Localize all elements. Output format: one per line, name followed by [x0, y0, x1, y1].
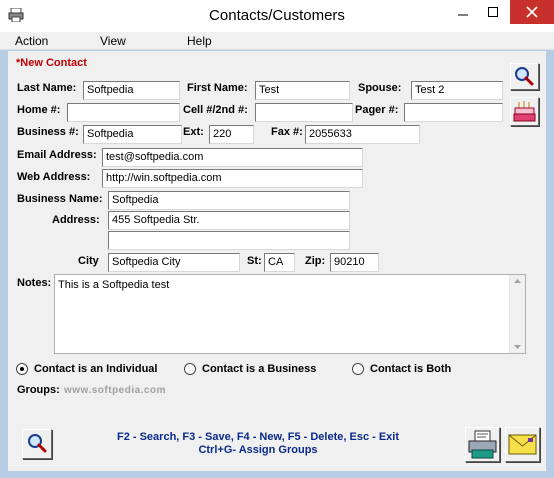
address-line1-field[interactable]: 455 Softpedia Str.: [108, 211, 350, 230]
radio-business-label: Contact is a Business: [202, 363, 317, 375]
close-button[interactable]: [510, 0, 554, 24]
city-label: City: [78, 255, 99, 267]
search-button-bottom[interactable]: [22, 429, 52, 459]
home-phone-field[interactable]: [67, 103, 180, 122]
notes-text: This is a Softpedia test: [58, 279, 170, 291]
radio-both-indicator[interactable]: [352, 363, 364, 375]
fax-field[interactable]: 2055633: [305, 125, 420, 144]
menu-help[interactable]: Help: [187, 34, 212, 48]
cake-icon: [513, 101, 536, 122]
cell-phone-label: Cell #/2nd #:: [183, 104, 248, 116]
menu-bar: Action View Help: [0, 32, 554, 50]
shortcut-line-1: F2 - Search, F3 - Save, F4 - New, F5 - D…: [116, 431, 400, 443]
state-field[interactable]: CA: [264, 253, 295, 272]
address-line2-field[interactable]: [108, 231, 350, 250]
notes-textarea[interactable]: This is a Softpedia test: [54, 274, 526, 354]
first-name-label: First Name:: [187, 82, 248, 94]
envelope-icon: [508, 434, 537, 455]
business-name-field[interactable]: Softpedia: [108, 191, 350, 210]
zip-label: Zip:: [305, 255, 326, 267]
close-icon: [526, 6, 538, 18]
ext-field[interactable]: 220: [209, 125, 254, 144]
spouse-field[interactable]: Test 2: [411, 81, 503, 100]
notes-scrollbar[interactable]: [509, 275, 525, 353]
state-label: St:: [247, 255, 262, 267]
fax-label: Fax #:: [271, 126, 303, 138]
maximize-icon: [487, 7, 498, 17]
radio-business-indicator[interactable]: [184, 363, 196, 375]
business-phone-label: Business #:: [17, 126, 79, 138]
contact-form: *New Contact Last Name: Softpedia First …: [8, 51, 546, 471]
home-phone-label: Home #:: [17, 104, 61, 116]
ext-label: Ext:: [183, 126, 204, 138]
mail-button[interactable]: [505, 427, 540, 462]
menu-action[interactable]: Action: [15, 34, 48, 48]
spouse-label: Spouse:: [358, 82, 402, 94]
print-button[interactable]: [465, 427, 500, 462]
radio-individual[interactable]: Contact is an Individual: [16, 361, 157, 377]
last-name-field[interactable]: Softpedia: [83, 81, 180, 100]
last-name-label: Last Name:: [17, 82, 77, 94]
cell-phone-field[interactable]: [255, 103, 353, 122]
city-field[interactable]: Softpedia City: [108, 253, 240, 272]
record-status: *New Contact: [16, 57, 87, 69]
zip-field[interactable]: 90210: [330, 253, 379, 272]
business-name-label: Business Name:: [17, 193, 103, 205]
groups-label: Groups:: [17, 384, 60, 396]
radio-individual-label: Contact is an Individual: [34, 363, 158, 375]
email-field[interactable]: test@softpedia.com: [102, 148, 363, 167]
radio-both[interactable]: Contact is Both: [352, 361, 451, 377]
web-label: Web Address:: [17, 171, 91, 183]
menu-view[interactable]: View: [100, 34, 126, 48]
shortcut-line-2: Ctrl+G- Assign Groups: [198, 444, 318, 456]
email-label: Email Address:: [17, 149, 97, 161]
pager-label: Pager #:: [355, 104, 399, 116]
birthday-button[interactable]: [510, 97, 539, 126]
printer-icon: [468, 430, 497, 459]
search-button[interactable]: [510, 63, 539, 90]
notes-label: Notes:: [17, 277, 52, 289]
magnifier-icon: [515, 67, 534, 86]
magnifier-icon: [28, 434, 47, 453]
watermark-text: www.softpedia.com: [64, 385, 167, 396]
web-field[interactable]: http://win.softpedia.com: [102, 169, 363, 188]
radio-individual-indicator[interactable]: [16, 363, 28, 375]
radio-both-label: Contact is Both: [370, 363, 452, 375]
business-phone-field[interactable]: Softpedia: [83, 125, 182, 144]
minimize-icon: [457, 14, 468, 16]
pager-field[interactable]: [404, 103, 503, 122]
shortcut-help: F2 - Search, F3 - Save, F4 - New, F5 - D…: [108, 431, 408, 457]
scroll-down-icon[interactable]: [514, 345, 521, 349]
title-bar[interactable]: Contacts/Customers: [0, 0, 554, 32]
first-name-field[interactable]: Test: [255, 81, 350, 100]
scroll-up-icon[interactable]: [514, 279, 521, 283]
maximize-button[interactable]: [478, 0, 507, 24]
radio-business[interactable]: Contact is a Business: [184, 361, 316, 377]
minimize-button[interactable]: [448, 0, 477, 24]
address-label: Address:: [52, 214, 100, 226]
